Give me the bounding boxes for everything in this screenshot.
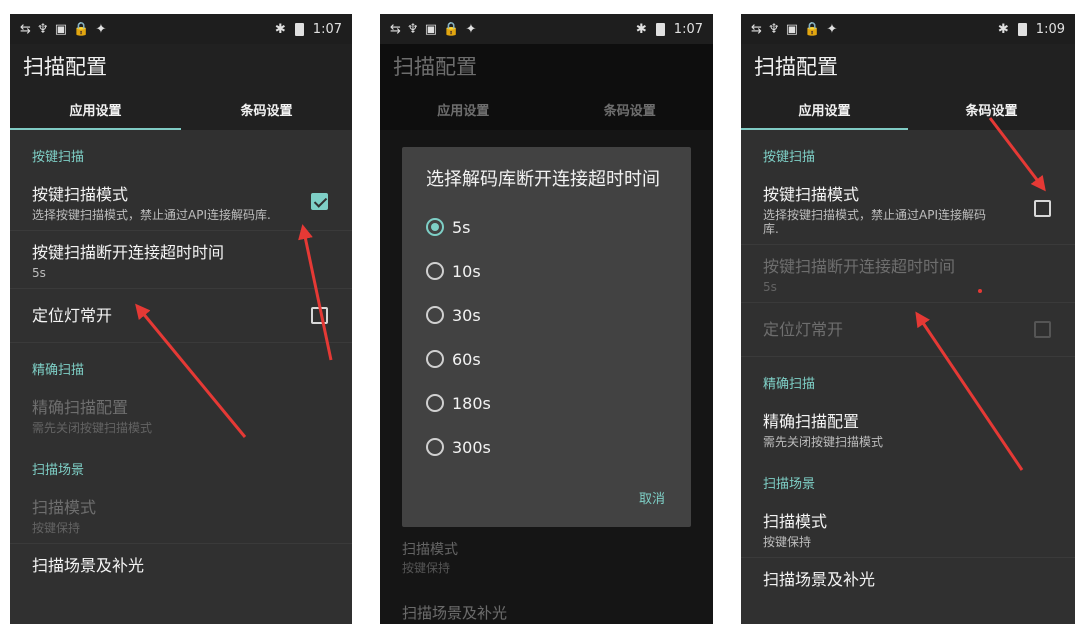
option-label: 10s [452, 261, 481, 281]
pref-title: 扫描场景及补光 [763, 570, 876, 589]
radio-icon [426, 218, 444, 236]
notification-icons: ⇆ ♆ ▣ 🔒 ✦ [751, 21, 839, 37]
bluetooth-icon: ✱ [274, 21, 286, 37]
key-scan-mode-checkbox[interactable] [311, 192, 328, 210]
pref-aim-light: 定位灯常开 [741, 303, 1075, 357]
phone-screen-3: ⇆ ♆ ▣ 🔒 ✦ ✱ 1:09 扫描配置 应用设置 条码设置 按键扫描 按键扫… [741, 14, 1075, 624]
tab-barcode-settings[interactable]: 条码设置 [181, 88, 352, 130]
pref-title: 精确扫描配置 [763, 412, 860, 431]
pref-summary: 需先关闭按键扫描模式 [32, 421, 153, 435]
pref-summary: 选择按键扫描模式，禁止通过API连接解码库. [763, 208, 986, 236]
pref-scan-mode[interactable]: 扫描模式 按键保持 [741, 500, 1075, 558]
bluetooth-icon: ✱ [997, 21, 1009, 37]
pref-timeout[interactable]: 按键扫描断开连接超时时间 5s [10, 231, 352, 289]
battery-icon [655, 22, 665, 36]
pref-precise-config: 精确扫描配置 需先关闭按键扫描模式 [10, 386, 352, 443]
dialog-title: 选择解码库断开连接超时时间 [426, 169, 660, 190]
status-time: 1:07 [312, 21, 342, 37]
pref-title: 按键扫描断开连接超时时间 [32, 243, 225, 262]
category-key-scan: 按键扫描 [763, 150, 816, 165]
option-label: 300s [452, 437, 491, 457]
radio-icon [426, 394, 444, 412]
key-scan-mode-checkbox[interactable] [1034, 199, 1051, 217]
status-bar: ⇆ ♆ ▣ 🔒 ✦ ✱ 1:07 [10, 14, 352, 44]
battery-icon [294, 22, 304, 36]
pref-title: 定位灯常开 [763, 320, 844, 339]
option-5s[interactable]: 5s [426, 205, 667, 249]
pref-title: 扫描场景及补光 [32, 556, 145, 575]
aim-light-checkbox [1034, 320, 1051, 338]
tab-bar: 应用设置 条码设置 [741, 88, 1075, 130]
pref-summary: 5s [32, 266, 46, 280]
pref-title: 扫描模式 [32, 498, 97, 517]
category-scan-scene: 扫描场景 [763, 477, 816, 492]
pref-summary: 按键保持 [763, 535, 812, 549]
pref-title: 按键扫描断开连接超时时间 [763, 257, 956, 276]
pref-title: 定位灯常开 [32, 306, 113, 325]
category-precise-scan: 精确扫描 [763, 377, 816, 392]
status-time: 1:09 [1035, 21, 1065, 37]
tab-barcode-settings[interactable]: 条码设置 [908, 88, 1075, 130]
pref-summary: 选择按键扫描模式，禁止通过API连接解码库. [32, 208, 271, 222]
status-bar: ⇆ ♆ ▣ 🔒 ✦ ✱ 1:07 [380, 14, 713, 44]
option-30s[interactable]: 30s [426, 293, 667, 337]
app-title: 扫描配置 [741, 44, 1075, 88]
option-label: 180s [452, 393, 491, 413]
tab-indicator [10, 128, 181, 130]
option-60s[interactable]: 60s [426, 337, 667, 381]
pref-scene-light[interactable]: 扫描场景及补光 [741, 558, 1075, 612]
option-label: 5s [452, 217, 471, 237]
pref-scan-mode: 扫描模式 按键保持 [10, 486, 352, 544]
pref-precise-config[interactable]: 精确扫描配置 需先关闭按键扫描模式 [741, 400, 1075, 457]
aim-light-checkbox[interactable] [311, 306, 328, 324]
status-time: 1:07 [673, 21, 703, 37]
option-10s[interactable]: 10s [426, 249, 667, 293]
tab-indicator [741, 128, 908, 130]
phone-screen-1: ⇆ ♆ ▣ 🔒 ✦ ✱ 1:07 扫描配置 应用设置 条码设置 按键扫描 按键扫… [10, 14, 352, 624]
pref-summary: 按键保持 [32, 521, 81, 535]
category-scan-scene: 扫描场景 [32, 463, 85, 478]
pref-summary: 5s [763, 280, 777, 294]
timeout-dialog: 选择解码库断开连接超时时间 5s 10s 30s 60s 180s 300s 取… [402, 147, 691, 527]
category-precise-scan: 精确扫描 [32, 363, 85, 378]
pref-aim-light[interactable]: 定位灯常开 [10, 289, 352, 343]
radio-icon [426, 438, 444, 456]
notification-icons: ⇆ ♆ ▣ 🔒 ✦ [20, 21, 108, 37]
category-key-scan: 按键扫描 [32, 150, 85, 165]
pref-key-scan-mode[interactable]: 按键扫描模式 选择按键扫描模式，禁止通过API连接解码库. [741, 173, 1075, 245]
radio-icon [426, 350, 444, 368]
pref-key-scan-mode[interactable]: 按键扫描模式 选择按键扫描模式，禁止通过API连接解码库. [10, 173, 352, 231]
tab-app-settings[interactable]: 应用设置 [10, 88, 181, 130]
bluetooth-icon: ✱ [635, 21, 647, 37]
pref-timeout: 按键扫描断开连接超时时间 5s [741, 245, 1075, 303]
tab-bar: 应用设置 条码设置 [10, 88, 352, 130]
pref-title: 扫描模式 [763, 512, 828, 531]
status-bar: ⇆ ♆ ▣ 🔒 ✦ ✱ 1:09 [741, 14, 1075, 44]
option-300s[interactable]: 300s [426, 425, 667, 469]
radio-icon [426, 262, 444, 280]
pref-scene-light[interactable]: 扫描场景及补光 [10, 544, 352, 598]
pref-title: 按键扫描模式 [763, 185, 860, 204]
notification-icons: ⇆ ♆ ▣ 🔒 ✦ [390, 21, 478, 37]
radio-icon [426, 306, 444, 324]
pref-title: 精确扫描配置 [32, 398, 129, 417]
option-label: 60s [452, 349, 481, 369]
battery-icon [1017, 22, 1027, 36]
pref-summary: 需先关闭按键扫描模式 [763, 435, 884, 449]
option-180s[interactable]: 180s [426, 381, 667, 425]
app-title: 扫描配置 [10, 44, 352, 88]
phone-screen-2: ⇆ ♆ ▣ 🔒 ✦ ✱ 1:07 扫描配置 应用设置 条码设置 扫描模式 按键保… [380, 14, 713, 624]
option-label: 30s [452, 305, 481, 325]
pref-title: 按键扫描模式 [32, 185, 129, 204]
tab-app-settings[interactable]: 应用设置 [741, 88, 908, 130]
cancel-button[interactable]: 取消 [639, 488, 665, 507]
